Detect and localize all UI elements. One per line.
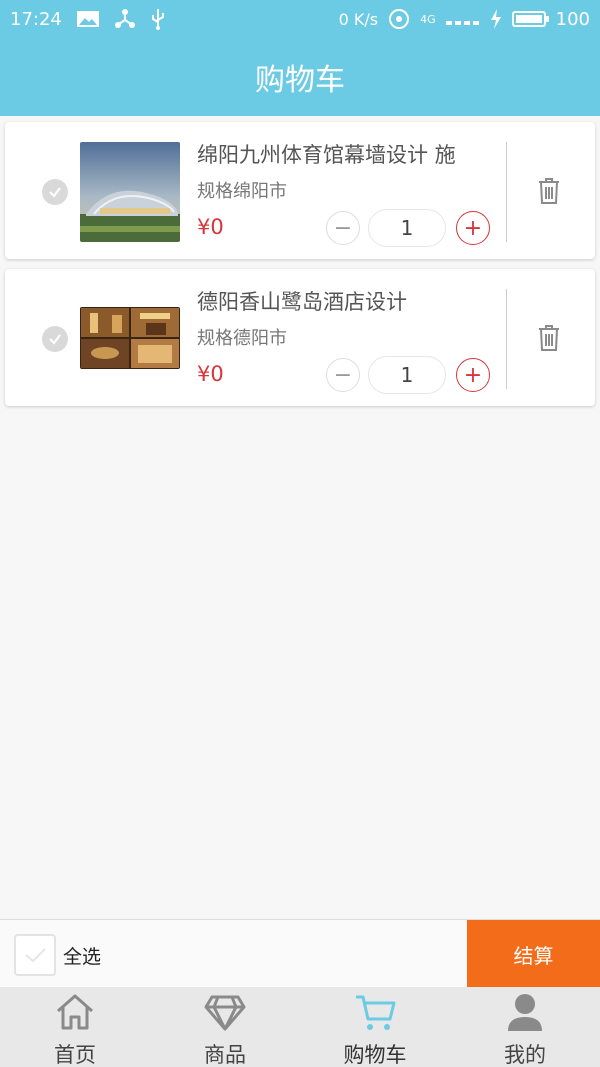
quantity-decrease-button[interactable]: − bbox=[326, 358, 360, 392]
tab-label: 首页 bbox=[54, 1043, 96, 1067]
diamond-icon bbox=[204, 991, 246, 1037]
product-price: ¥0 bbox=[197, 362, 224, 386]
tab-label: 商品 bbox=[204, 1043, 246, 1067]
page-header: 购物车 bbox=[0, 38, 600, 116]
image-notification-icon bbox=[76, 10, 100, 28]
tab-home[interactable]: 首页 bbox=[0, 987, 150, 1067]
item-select-checkbox[interactable] bbox=[42, 179, 68, 205]
cart-icon bbox=[354, 991, 396, 1037]
item-select-checkbox[interactable] bbox=[42, 326, 68, 352]
select-all-checkbox[interactable] bbox=[14, 934, 56, 976]
battery-icon bbox=[511, 11, 549, 27]
page-title: 购物车 bbox=[255, 63, 345, 98]
trash-icon[interactable] bbox=[537, 177, 561, 209]
usb-icon bbox=[150, 8, 166, 30]
product-title[interactable]: 德阳香山鹭岛酒店设计 bbox=[197, 286, 407, 316]
cart-item: 德阳香山鹭岛酒店设计 规格德阳市 ¥0 − 1 + bbox=[5, 269, 595, 406]
home-icon bbox=[54, 991, 96, 1037]
divider bbox=[506, 142, 507, 242]
user-icon bbox=[504, 991, 546, 1037]
quantity-decrease-button[interactable]: − bbox=[326, 211, 360, 245]
share-notification-icon bbox=[114, 8, 136, 30]
quantity-increase-button[interactable]: + bbox=[456, 358, 490, 392]
network-type: 4G bbox=[420, 12, 436, 26]
divider bbox=[506, 289, 507, 389]
quantity-value[interactable]: 1 bbox=[368, 209, 446, 247]
network-speed: 0 K/s bbox=[338, 9, 379, 29]
product-image-stadium[interactable] bbox=[80, 142, 180, 242]
product-price: ¥0 bbox=[197, 215, 224, 239]
signal-tower-icon bbox=[388, 8, 410, 30]
tab-profile[interactable]: 我的 bbox=[450, 987, 600, 1067]
trash-icon[interactable] bbox=[537, 324, 561, 356]
product-spec: 规格绵阳市 bbox=[197, 181, 287, 202]
tab-label: 购物车 bbox=[343, 1043, 407, 1067]
status-bar: 17:24 0 K/s 4G 100 bbox=[0, 0, 600, 38]
checkout-bar: 全选 结算 bbox=[0, 919, 600, 988]
charging-icon bbox=[490, 9, 502, 29]
tab-label: 我的 bbox=[504, 1043, 546, 1067]
quantity-value[interactable]: 1 bbox=[368, 356, 446, 394]
status-time: 17:24 bbox=[10, 8, 62, 30]
product-spec: 规格德阳市 bbox=[197, 328, 287, 349]
select-all-label[interactable]: 全选 bbox=[63, 942, 101, 969]
product-image-hotel[interactable] bbox=[80, 307, 180, 369]
cart-item: 绵阳九州体育馆幕墙设计 施 规格绵阳市 ¥0 − 1 + bbox=[5, 122, 595, 259]
signal-strength-icon bbox=[445, 12, 480, 26]
tab-cart[interactable]: 购物车 bbox=[300, 987, 450, 1067]
battery-level: 100 bbox=[555, 8, 590, 30]
quantity-increase-button[interactable]: + bbox=[456, 211, 490, 245]
tab-products[interactable]: 商品 bbox=[150, 987, 300, 1067]
checkout-button[interactable]: 结算 bbox=[467, 920, 600, 988]
bottom-tab-bar: 首页 商品 购物车 我的 bbox=[0, 987, 600, 1067]
product-title[interactable]: 绵阳九州体育馆幕墙设计 施 bbox=[197, 139, 456, 169]
